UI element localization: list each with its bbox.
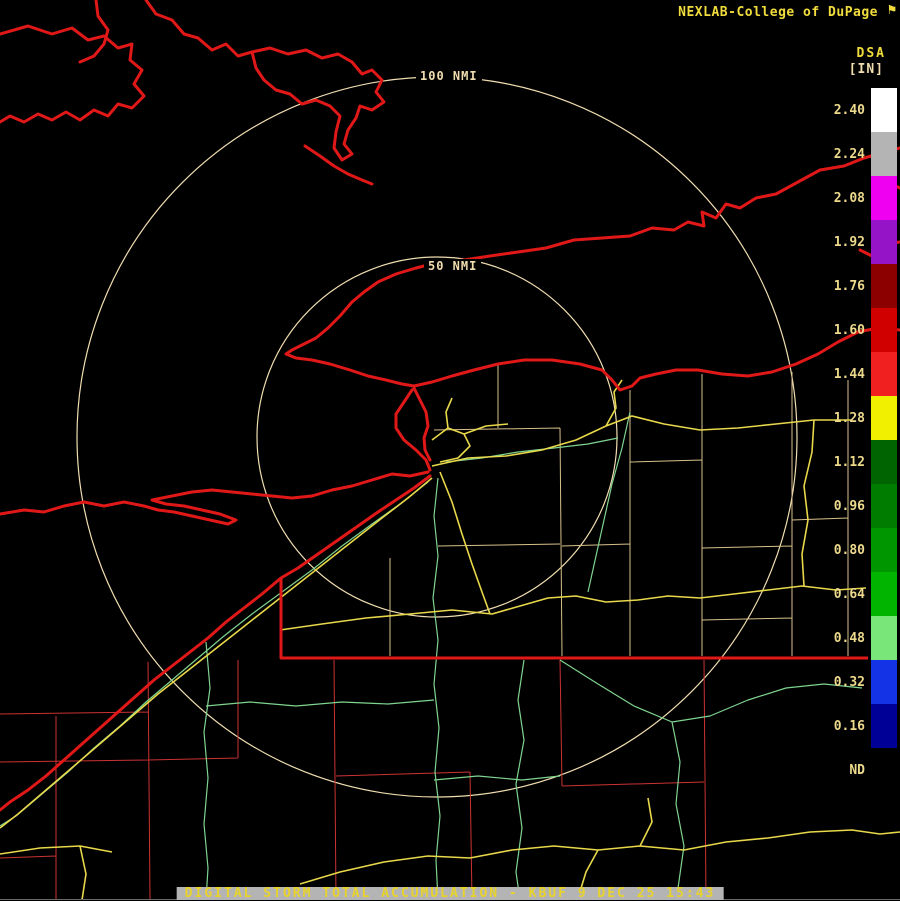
- colorbar-level: 1.28: [823, 396, 897, 440]
- colorbar-level-swatch: [871, 484, 897, 528]
- attribution-text: NEXLAB-College of DuPage: [678, 5, 878, 20]
- colorbar-level-swatch: [871, 440, 897, 484]
- colorbar-level: 0.96: [823, 484, 897, 528]
- colorbar-level-swatch: [871, 660, 897, 704]
- colorbar-level-label: 0.96: [833, 498, 865, 514]
- colorbar-level-swatch: [871, 352, 897, 396]
- range-ring-label-50nmi: 50 NMI: [424, 259, 482, 273]
- colorbar-level-label: 1.92: [833, 234, 865, 250]
- colorbar-level-label: 0.64: [833, 586, 865, 602]
- highways: [0, 379, 900, 900]
- range-ring-label-100nmi: 100 NMI: [416, 69, 482, 83]
- colorbar-level-swatch: [871, 264, 897, 308]
- colorbar-level: 0.16: [823, 704, 897, 748]
- colorbar-level-swatch: [871, 572, 897, 616]
- colorbar-level-label: 1.60: [833, 322, 865, 338]
- colorbar-level-swatch: [871, 616, 897, 660]
- colorbar-level-swatch: [871, 220, 897, 264]
- colorbar-level: 2.08: [823, 176, 897, 220]
- great-lakes-shoreline: [0, 146, 900, 812]
- colorbar-level-label: 2.24: [833, 146, 865, 162]
- colorbar-level-label: 2.08: [833, 190, 865, 206]
- canada-shorelines: [0, 0, 900, 258]
- colorbar-level-label: 0.32: [833, 674, 865, 690]
- colorbar-levels: 2.40 2.24 2.08 1.92 1.76 1.60 1.44 1.28 1.12 0.96…: [823, 88, 897, 792]
- colorbar-level: 1.12: [823, 440, 897, 484]
- cod-flag-icon: ⚑: [887, 2, 896, 18]
- colorbar-level-label: 0.16: [833, 718, 865, 734]
- colorbar-level-swatch: [871, 176, 897, 220]
- colorbar-level-swatch: [871, 132, 897, 176]
- colorbar-level-label: 1.28: [833, 410, 865, 426]
- colorbar-level-label: 0.80: [833, 542, 865, 558]
- colorbar-level: 1.44: [823, 352, 897, 396]
- colorbar-level: ND: [823, 748, 897, 792]
- colorbar-level-label: 1.12: [833, 454, 865, 470]
- product-code-label: DSA: [856, 46, 886, 61]
- colorbar-level: 0.80: [823, 528, 897, 572]
- colorbar-level-swatch: [871, 396, 897, 440]
- colorbar-level: 2.40: [823, 88, 897, 132]
- colorbar-level-label: ND: [849, 762, 865, 778]
- county-lines-pa: [0, 659, 707, 900]
- colorbar-level: 0.32: [823, 660, 897, 704]
- colorbar-level: 0.64: [823, 572, 897, 616]
- colorbar-level-label: 0.48: [833, 630, 865, 646]
- units-label: [IN]: [848, 62, 884, 77]
- radar-map: [0, 0, 900, 900]
- county-lines-ny: [389, 364, 849, 657]
- colorbar-level: 2.24: [823, 132, 897, 176]
- colorbar-level: 1.92: [823, 220, 897, 264]
- colorbar-level-swatch: [871, 704, 897, 748]
- colorbar-level: 0.48: [823, 616, 897, 660]
- colorbar-level-label: 1.76: [833, 278, 865, 294]
- colorbar-level-swatch: [871, 88, 897, 132]
- colorbar-level: 1.60: [823, 308, 897, 352]
- radar-frame: { "header": { "attribution": "NEXLAB-Col…: [0, 0, 900, 900]
- colorbar-level-swatch: [871, 748, 897, 792]
- roads: [0, 411, 863, 900]
- colorbar-level-label: 1.44: [833, 366, 865, 382]
- product-title-bar: DIGITAL STORM TOTAL ACCUMULATION - KBUF …: [176, 887, 724, 900]
- colorbar-level-label: 2.40: [833, 102, 865, 118]
- colorbar-level-swatch: [871, 528, 897, 572]
- colorbar-level-swatch: [871, 308, 897, 352]
- colorbar-level: 1.76: [823, 264, 897, 308]
